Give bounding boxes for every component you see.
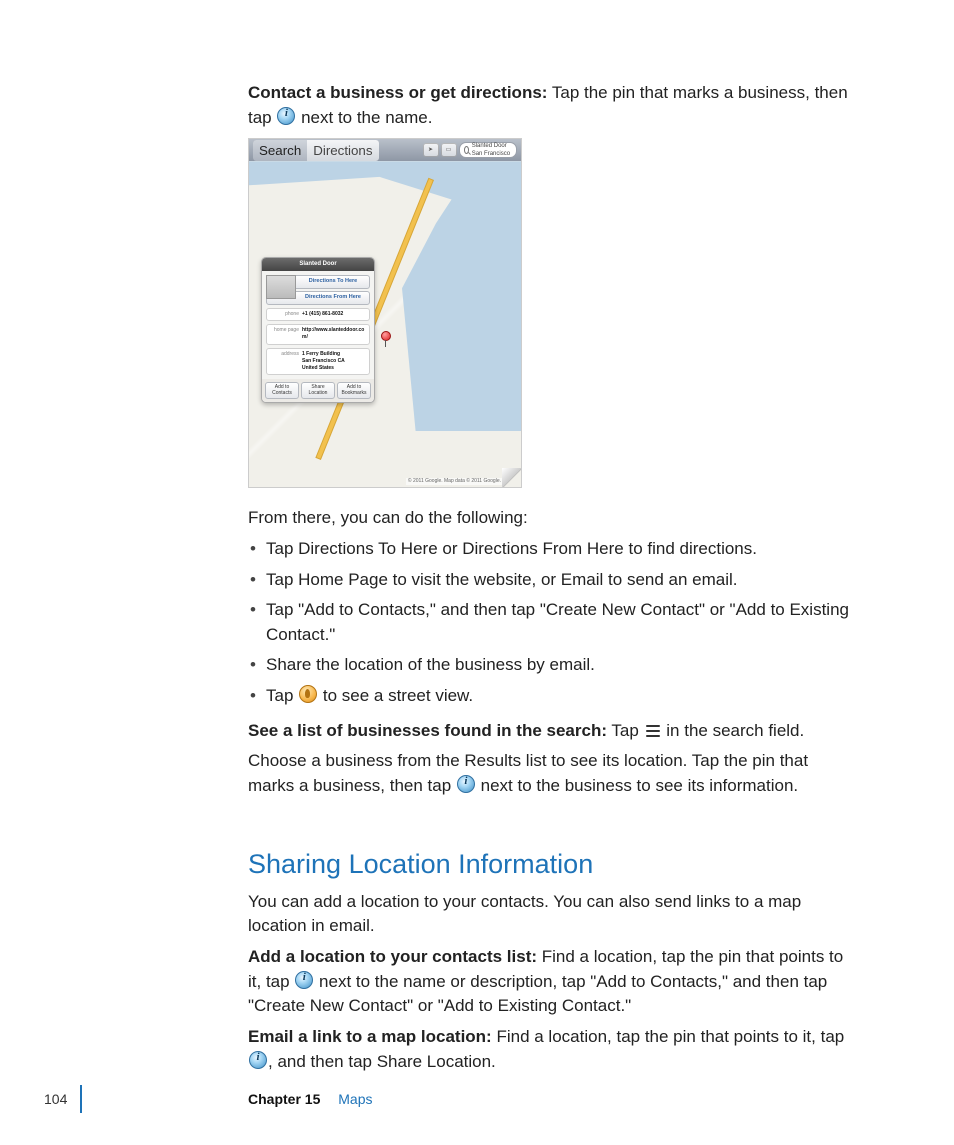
search-value: Slanted Door San Francisco: [472, 142, 512, 159]
list-item: Tap Directions To Here or Directions Fro…: [248, 537, 854, 562]
page-footer: 104 Chapter 15 Maps: [0, 1085, 954, 1115]
document-page: Contact a business or get directions: Ta…: [0, 0, 954, 1145]
see-list-a: Tap: [607, 721, 644, 740]
chapter-title: Maps: [338, 1091, 372, 1107]
map-water: [351, 171, 521, 431]
info-icon: [457, 775, 475, 793]
phone-row[interactable]: phone +1 (415) 861-8032: [266, 308, 370, 321]
map-canvas[interactable]: Slanted Door Directions To Here Directio…: [249, 161, 521, 487]
map-attribution: © 2011 Google. Map data © 2011 Google.: [406, 478, 503, 485]
bullet5-b: to see a street view.: [318, 686, 473, 705]
phone-label: phone: [269, 311, 302, 318]
bookmarks-icon[interactable]: ▭: [441, 143, 457, 157]
address-value: 1 Ferry Building San Francisco CA United…: [302, 351, 367, 373]
see-list-paragraph: See a list of businesses found in the se…: [248, 719, 854, 744]
search-icon: [464, 146, 469, 154]
list-icon: [646, 725, 660, 737]
add-location-b: next to the name or description, tap "Ad…: [248, 972, 827, 1016]
intro-text-b: next to the name.: [296, 108, 432, 127]
page-curl-icon[interactable]: [502, 468, 522, 488]
footer-chapter: Chapter 15 Maps: [248, 1089, 372, 1109]
address-row: address 1 Ferry Building San Francisco C…: [266, 348, 370, 376]
locate-icon[interactable]: ➤: [423, 143, 439, 157]
after-figure-text: From there, you can do the following:: [248, 506, 854, 531]
popup-title: Slanted Door: [262, 258, 374, 271]
see-list-lead: See a list of businesses found in the se…: [248, 721, 607, 740]
footer-rule: [80, 1085, 82, 1113]
bullet-list: Tap Directions To Here or Directions Fro…: [248, 537, 854, 709]
email-link-paragraph: Email a link to a map location: Find a l…: [248, 1025, 854, 1074]
list-item: Tap Home Page to visit the website, or E…: [248, 568, 854, 593]
add-to-bookmarks-button[interactable]: Add to Bookmarks: [337, 382, 371, 399]
email-link-b: , and then tap Share Location.: [268, 1052, 496, 1071]
page-number: 104: [44, 1089, 67, 1109]
mode-segmented-control[interactable]: Search Directions: [253, 140, 379, 161]
bullet5-a: Tap: [266, 686, 298, 705]
place-thumbnail: [266, 275, 296, 299]
list-item: Tap "Add to Contacts," and then tap "Cre…: [248, 598, 854, 647]
add-location-paragraph: Add a location to your contacts list: Fi…: [248, 945, 854, 1019]
email-link-a: Find a location, tap the pin that points…: [492, 1027, 845, 1046]
phone-value: +1 (415) 861-8032: [302, 311, 367, 318]
section-heading: Sharing Location Information: [248, 845, 854, 884]
add-location-lead: Add a location to your contacts list:: [248, 947, 537, 966]
homepage-value: http://www.slanteddoor.com/: [302, 327, 367, 342]
list-item: Tap to see a street view.: [248, 684, 854, 709]
see-list-b: in the search field.: [662, 721, 805, 740]
map-pin[interactable]: [381, 331, 391, 341]
info-icon: [277, 107, 295, 125]
info-icon: [295, 971, 313, 989]
search-field[interactable]: Slanted Door San Francisco: [459, 142, 518, 158]
intro-paragraph: Contact a business or get directions: Ta…: [248, 81, 854, 130]
address-label: address: [269, 351, 302, 373]
list-item: Share the location of the business by em…: [248, 653, 854, 678]
share-location-button[interactable]: Share Location: [301, 382, 335, 399]
place-popup: Slanted Door Directions To Here Directio…: [261, 257, 375, 403]
add-to-contacts-button[interactable]: Add to Contacts: [265, 382, 299, 399]
map-toolbar: Search Directions ➤ ▭ Slanted Door San F…: [249, 139, 521, 161]
directions-tab[interactable]: Directions: [307, 140, 378, 161]
email-link-lead: Email a link to a map location:: [248, 1027, 492, 1046]
intro-lead: Contact a business or get directions:: [248, 83, 547, 102]
street-view-icon: [299, 685, 317, 703]
choose-b: next to the business to see its informat…: [476, 776, 798, 795]
popup-actions: Add to Contacts Share Location Add to Bo…: [262, 379, 374, 402]
info-icon: [249, 1051, 267, 1069]
search-tab[interactable]: Search: [253, 140, 307, 161]
homepage-row[interactable]: home page http://www.slanteddoor.com/: [266, 324, 370, 345]
sharing-intro: You can add a location to your contacts.…: [248, 890, 854, 939]
choose-paragraph: Choose a business from the Results list …: [248, 749, 854, 798]
map-screenshot-figure: Search Directions ➤ ▭ Slanted Door San F…: [248, 138, 522, 488]
homepage-label: home page: [269, 327, 302, 342]
chapter-label: Chapter 15: [248, 1091, 320, 1107]
